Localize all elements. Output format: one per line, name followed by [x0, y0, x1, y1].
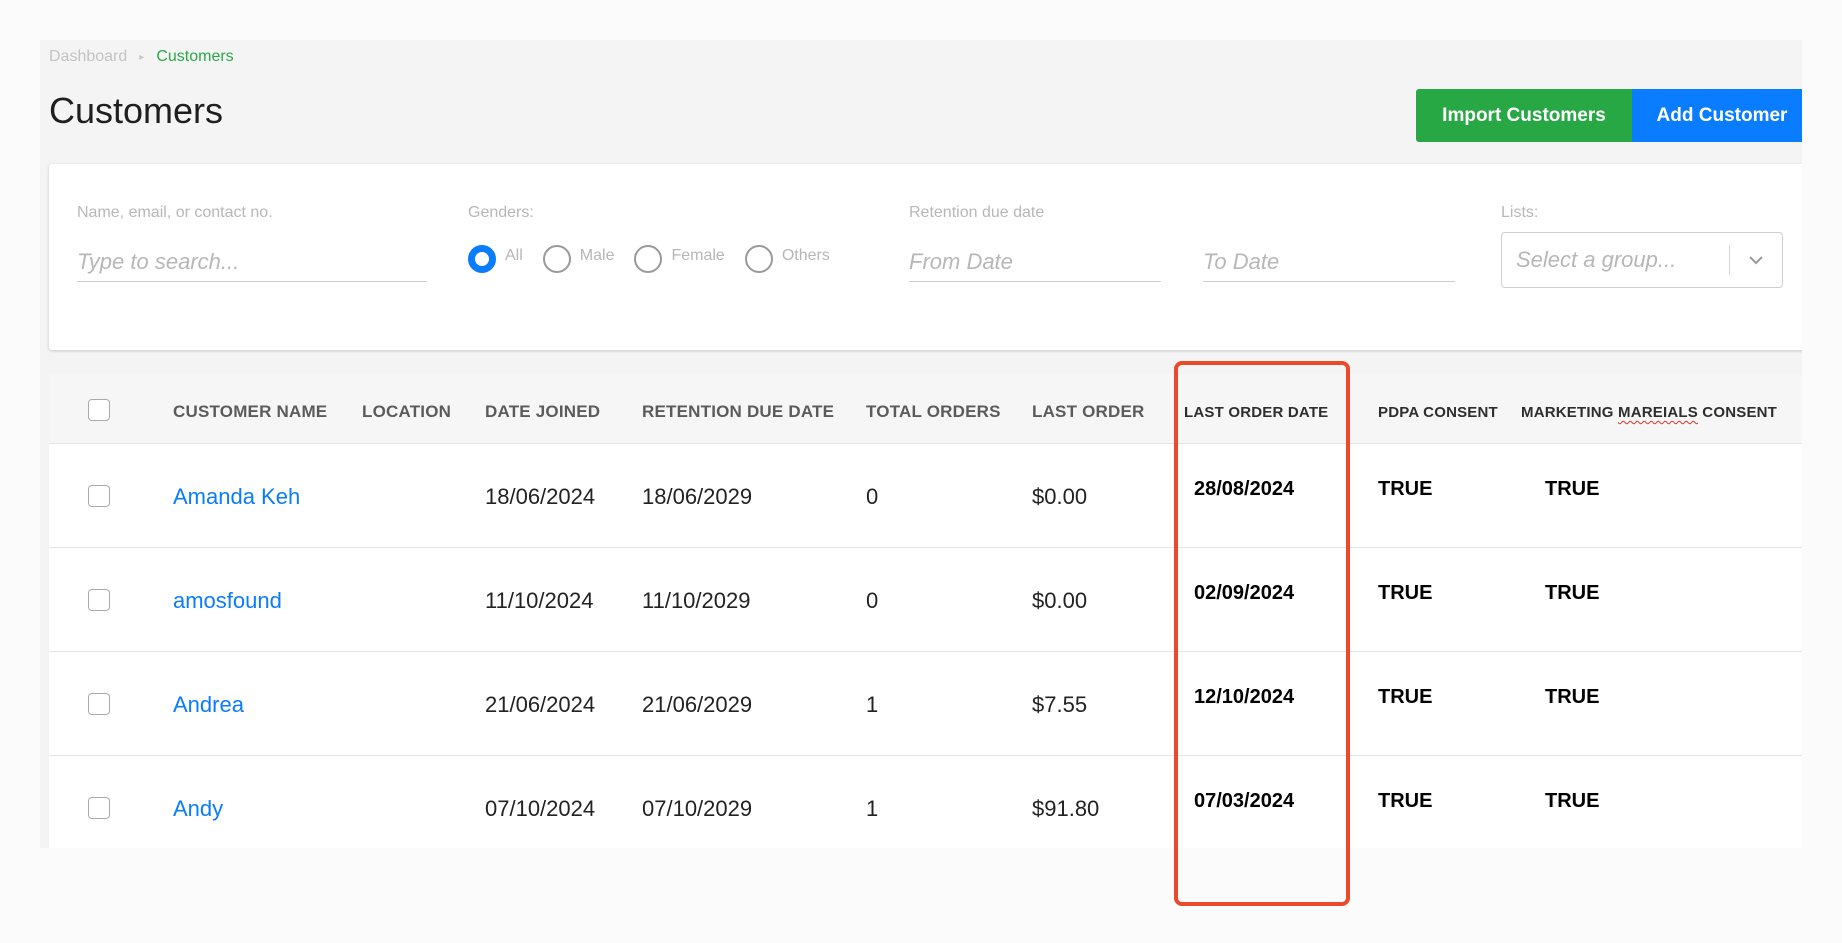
cell-date-joined: 07/10/2024: [485, 796, 596, 821]
row-checkbox[interactable]: [88, 485, 110, 507]
lists-select-placeholder: Select a group...: [1516, 247, 1677, 272]
from-date-input[interactable]: From Date: [909, 242, 1161, 282]
cell-retention-due-date: 21/06/2029: [642, 692, 753, 717]
table-row: Andrea 21/06/2024 21/06/2029 1 $7.55 12/…: [49, 652, 1802, 756]
col-customer-name[interactable]: CUSTOMER NAME: [173, 402, 327, 422]
chevron-down-icon[interactable]: [1730, 233, 1782, 287]
add-customer-button[interactable]: Add Customer: [1632, 89, 1802, 142]
customer-name-link[interactable]: Amanda Keh: [173, 484, 300, 510]
cell-total-orders: 0: [866, 484, 879, 509]
col-last-order-date[interactable]: LAST ORDER DATE: [1184, 404, 1328, 421]
cell-marketing-consent: TRUE: [1545, 686, 1600, 708]
gender-option-label: Others: [781, 247, 830, 264]
gender-option-others[interactable]: Others: [744, 245, 830, 273]
cell-last-order: $0.00: [1032, 588, 1088, 613]
marketing-header-misspelled: MAREIALS: [1618, 404, 1698, 421]
customer-name-link[interactable]: Andrea: [173, 692, 244, 718]
row-checkbox[interactable]: [88, 589, 110, 611]
col-retention-due-date[interactable]: RETENTION DUE DATE: [642, 402, 834, 422]
cell-retention-due-date: 07/10/2029: [642, 796, 753, 821]
marketing-header-suffix: CONSENT: [1697, 404, 1778, 421]
cell-marketing-consent: TRUE: [1545, 478, 1600, 500]
breadcrumb-separator-icon: ▸: [139, 51, 145, 63]
cell-last-order: $0.00: [1032, 484, 1088, 509]
lists-label: Lists:: [1501, 204, 1539, 221]
cell-total-orders: 0: [866, 588, 879, 613]
radio-checked-icon[interactable]: [468, 245, 496, 273]
cell-last-order-date: 12/10/2024: [1194, 686, 1295, 708]
filter-panel: Name, email, or contact no. Type to sear…: [49, 164, 1802, 350]
cell-last-order: $91.80: [1032, 796, 1100, 821]
cell-total-orders: 1: [866, 796, 879, 821]
col-last-order[interactable]: LAST ORDER: [1032, 402, 1145, 422]
cell-pdpa-consent: TRUE: [1378, 790, 1433, 812]
radio-unchecked-icon[interactable]: [634, 245, 663, 273]
customer-name-link[interactable]: amosfound: [173, 588, 282, 614]
col-pdpa-consent[interactable]: PDPA CONSENT: [1378, 404, 1498, 421]
cell-retention-due-date: 11/10/2029: [642, 588, 751, 613]
radio-unchecked-icon[interactable]: [542, 245, 571, 273]
customers-table: CUSTOMER NAME LOCATION DATE JOINED RETEN…: [49, 374, 1802, 848]
radio-unchecked-icon[interactable]: [744, 245, 773, 273]
cell-last-order: $7.55: [1032, 692, 1088, 717]
to-date-input[interactable]: To Date: [1203, 242, 1455, 282]
gender-option-label: All: [505, 247, 523, 264]
gender-radio-group: All Male Female Others: [468, 245, 850, 273]
breadcrumb-current: Customers: [156, 48, 234, 65]
gender-option-male[interactable]: Male: [542, 245, 615, 273]
table-row: Amanda Keh 18/06/2024 18/06/2029 0 $0.00…: [49, 444, 1802, 548]
gender-option-label: Female: [671, 247, 725, 264]
lists-select[interactable]: Select a group...: [1501, 232, 1783, 288]
cell-date-joined: 21/06/2024: [485, 692, 596, 717]
cell-marketing-consent: TRUE: [1545, 790, 1600, 812]
cell-last-order-date: 07/03/2024: [1194, 790, 1295, 812]
gender-option-label: Male: [579, 247, 615, 264]
customers-page: Dashboard ▸ Customers Customers Import C…: [40, 40, 1802, 848]
cell-pdpa-consent: TRUE: [1378, 478, 1433, 500]
gender-option-female[interactable]: Female: [634, 245, 725, 273]
table-row: amosfound 11/10/2024 11/10/2029 0 $0.00 …: [49, 548, 1802, 652]
col-date-joined[interactable]: DATE JOINED: [485, 402, 600, 422]
search-label: Name, email, or contact no.: [77, 204, 273, 221]
cell-total-orders: 1: [866, 692, 879, 717]
col-total-orders[interactable]: TOTAL ORDERS: [866, 402, 1001, 422]
cell-date-joined: 11/10/2024: [485, 588, 594, 613]
col-marketing-consent[interactable]: MARKETING MAREIALS CONSENT: [1521, 404, 1777, 421]
row-checkbox[interactable]: [88, 797, 110, 819]
customer-name-link[interactable]: Andy: [173, 796, 223, 822]
select-all-checkbox[interactable]: [88, 399, 110, 421]
cell-pdpa-consent: TRUE: [1378, 686, 1433, 708]
breadcrumb: Dashboard ▸ Customers: [49, 48, 234, 66]
breadcrumb-dashboard[interactable]: Dashboard: [49, 48, 127, 66]
col-location[interactable]: LOCATION: [362, 402, 451, 422]
gender-option-all[interactable]: All: [468, 245, 523, 273]
marketing-header-prefix: MARKETING: [1521, 404, 1618, 421]
cell-pdpa-consent: TRUE: [1378, 582, 1433, 604]
retention-date-label: Retention due date: [909, 204, 1045, 221]
page-title: Customers: [49, 90, 224, 131]
cell-marketing-consent: TRUE: [1545, 582, 1600, 604]
cell-last-order-date: 28/08/2024: [1194, 478, 1295, 500]
row-checkbox[interactable]: [88, 693, 110, 715]
cell-retention-due-date: 18/06/2029: [642, 484, 753, 509]
table-row: Andy 07/10/2024 07/10/2029 1 $91.80 07/0…: [49, 756, 1802, 848]
search-input[interactable]: Type to search...: [77, 242, 427, 282]
cell-last-order-date: 02/09/2024: [1194, 582, 1295, 604]
cell-date-joined: 18/06/2024: [485, 484, 596, 509]
genders-label: Genders:: [468, 204, 534, 221]
import-customers-button[interactable]: Import Customers: [1416, 89, 1632, 142]
table-header: CUSTOMER NAME LOCATION DATE JOINED RETEN…: [49, 374, 1802, 444]
